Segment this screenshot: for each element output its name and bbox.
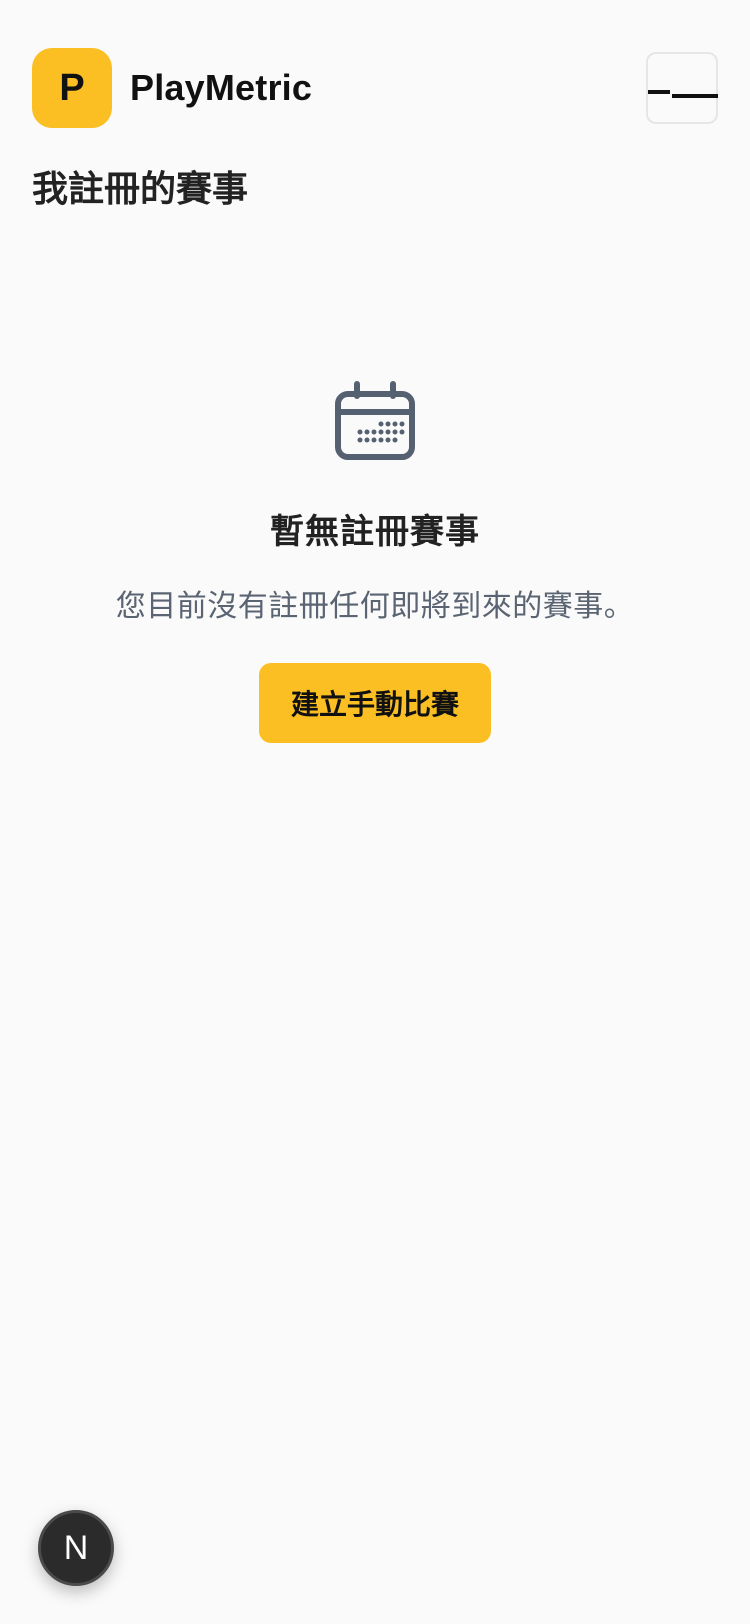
- menu-button[interactable]: [646, 52, 718, 124]
- n-letter-icon: N: [63, 1528, 89, 1567]
- hamburger-icon-line: [672, 94, 718, 98]
- app-page: P PlayMetric 我註冊的賽事 暫無註冊賽事 您目前沒有註冊任何即將到來…: [0, 0, 750, 1624]
- calendar-icon: [335, 381, 415, 460]
- empty-state: 暫無註冊賽事 您目前沒有註冊任何即將到來的賽事。 建立手動比賽: [0, 380, 750, 743]
- page-title: 我註冊的賽事: [32, 169, 249, 210]
- logo: P: [32, 48, 112, 128]
- hamburger-icon: [648, 90, 670, 94]
- next-dev-indicator-button[interactable]: N: [38, 1510, 114, 1586]
- brand[interactable]: P PlayMetric: [32, 48, 312, 128]
- top-header: P PlayMetric: [32, 48, 718, 128]
- empty-state-title: 暫無註冊賽事: [270, 512, 480, 552]
- brand-name: PlayMetric: [130, 67, 313, 108]
- create-manual-match-button[interactable]: 建立手動比賽: [259, 663, 491, 743]
- empty-state-description: 您目前沒有註冊任何即將到來的賽事。: [115, 589, 635, 624]
